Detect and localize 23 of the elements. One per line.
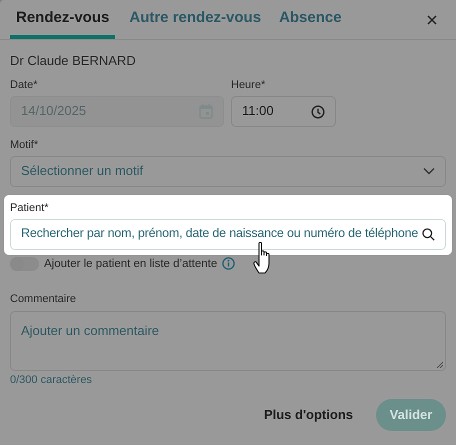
toggle-label: Ajouter le patient en liste d’attente (44, 256, 218, 271)
waitlist-toggle[interactable] (10, 256, 39, 271)
field-label: Heure* (231, 79, 266, 93)
character-counter: 0/300 caractères (10, 374, 92, 388)
tab[interactable]: Absence (275, 9, 346, 39)
search-icon (422, 228, 435, 240)
more-options-button[interactable]: Plus d'options (262, 407, 354, 424)
field-label: Date* (10, 79, 38, 93)
info-icon[interactable] (222, 257, 236, 270)
field-label: Motif* (10, 139, 38, 153)
field-label: Patient* (10, 202, 49, 216)
time-field[interactable]: 11:00 (231, 96, 336, 127)
chevron-down-icon (423, 167, 435, 176)
reason-select[interactable]: Sélectionner un motif (10, 156, 446, 187)
field-label: Commentaire (10, 292, 76, 307)
patient-search-field[interactable]: Rechercher par nom, prénom, date de naissance ou numéro de téléphone (10, 218, 446, 250)
resize-handle-icon[interactable] (436, 360, 443, 368)
practitioner-name: Dr Claude BERNARD (10, 53, 137, 70)
comment-field[interactable]: Ajouter un commentaire (10, 310, 446, 371)
clock-icon (311, 104, 325, 118)
tab[interactable]: Rendez-vous (10, 9, 116, 39)
tab[interactable]: Autre rendez-vous (125, 9, 266, 39)
close-icon[interactable] (427, 15, 437, 25)
